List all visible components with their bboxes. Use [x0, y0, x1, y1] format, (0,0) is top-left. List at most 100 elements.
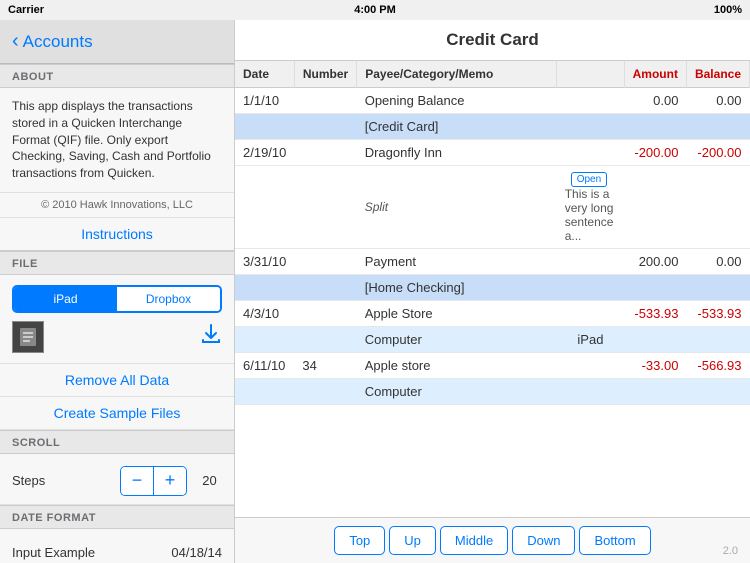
row-payee: Apple store — [357, 353, 557, 379]
create-sample-files-button[interactable]: Create Sample Files — [0, 397, 234, 430]
increment-button[interactable]: + — [154, 467, 186, 495]
row-amount — [624, 166, 686, 249]
table-row: [Home Checking] — [235, 275, 750, 301]
row-balance — [686, 166, 749, 249]
row-extra — [557, 88, 624, 114]
row-extra — [557, 275, 624, 301]
remove-all-data-button[interactable]: Remove All Data — [0, 364, 234, 397]
down-button[interactable]: Down — [512, 526, 575, 555]
row-amount: -533.93 — [624, 301, 686, 327]
date-format-section-header: DATE FORMAT — [0, 505, 234, 529]
row-payee: Apple Store — [357, 301, 557, 327]
decrement-button[interactable]: − — [121, 467, 153, 495]
row-date: 6/11/10 — [235, 353, 294, 379]
number-column-header: Number — [294, 61, 356, 88]
accounts-back-button[interactable]: Accounts — [23, 32, 93, 52]
version-label: 2.0 — [723, 545, 738, 557]
table-row: 2/19/10 Dragonfly Inn -200.00 -200.00 — [235, 140, 750, 166]
balance-column-header: Balance — [686, 61, 749, 88]
steps-label: Steps — [12, 473, 120, 488]
sidebar: ‹ Accounts ABOUT This app displays the t… — [0, 20, 235, 563]
file-thumbnail — [12, 321, 44, 353]
time-label: 4:00 PM — [354, 4, 396, 16]
row-amount — [624, 114, 686, 140]
row-amount: 200.00 — [624, 249, 686, 275]
row-balance — [686, 327, 749, 353]
row-payee: Computer — [357, 379, 557, 405]
row-balance — [686, 275, 749, 301]
dropbox-segment-button[interactable]: Dropbox — [117, 287, 220, 311]
bottom-button[interactable]: Bottom — [579, 526, 650, 555]
row-number — [294, 114, 356, 140]
input-example-row: Input Example 04/18/14 — [0, 537, 234, 563]
long-text: This is a very long sentence a... — [565, 187, 614, 243]
open-badge[interactable]: Open — [571, 172, 607, 187]
row-amount: 0.00 — [624, 88, 686, 114]
row-date — [235, 166, 294, 249]
date-section: Input Example 04/18/14 PC Quicken® Forma… — [0, 529, 234, 563]
instructions-link[interactable]: Instructions — [81, 226, 153, 242]
extra-column-header — [557, 61, 624, 88]
row-extra: Open This is a very long sentence a... — [557, 166, 624, 249]
row-extra — [557, 379, 624, 405]
steps-stepper[interactable]: − + — [120, 466, 187, 496]
transactions-table: Date Number Payee/Category/Memo Amount B… — [235, 61, 750, 405]
row-number — [294, 275, 356, 301]
source-segmented-control[interactable]: iPad Dropbox — [12, 285, 222, 313]
table-header-row: Date Number Payee/Category/Memo Amount B… — [235, 61, 750, 88]
table-row: Split Open This is a very long sentence … — [235, 166, 750, 249]
table-row: [Credit Card] — [235, 114, 750, 140]
table-row: 6/11/10 34 Apple store -33.00 -566.93 — [235, 353, 750, 379]
about-section-header: ABOUT — [0, 64, 234, 88]
table-row: 4/3/10 Apple Store -533.93 -533.93 — [235, 301, 750, 327]
ipad-segment-button[interactable]: iPad — [14, 287, 117, 311]
row-date: 1/1/10 — [235, 88, 294, 114]
middle-button[interactable]: Middle — [440, 526, 508, 555]
instructions-link-container: Instructions — [0, 218, 234, 251]
row-balance: -200.00 — [686, 140, 749, 166]
amount-column-header: Amount — [624, 61, 686, 88]
row-balance: -533.93 — [686, 301, 749, 327]
table-row: 3/31/10 Payment 200.00 0.00 — [235, 249, 750, 275]
row-payee: Dragonfly Inn — [357, 140, 557, 166]
steps-row: Steps − + 20 — [12, 466, 222, 496]
row-date — [235, 327, 294, 353]
file-section: iPad Dropbox — [0, 275, 234, 364]
transactions-table-container[interactable]: Date Number Payee/Category/Memo Amount B… — [235, 61, 750, 517]
row-balance — [686, 379, 749, 405]
sidebar-header[interactable]: ‹ Accounts — [0, 20, 234, 64]
row-date: 2/19/10 — [235, 140, 294, 166]
row-extra — [557, 353, 624, 379]
row-balance: -566.93 — [686, 353, 749, 379]
main-content: Credit Card Date Number Payee/Category/M… — [235, 20, 750, 563]
table-row: 1/1/10 Opening Balance 0.00 0.00 — [235, 88, 750, 114]
row-amount: -33.00 — [624, 353, 686, 379]
row-extra — [557, 114, 624, 140]
up-button[interactable]: Up — [389, 526, 436, 555]
row-extra — [557, 140, 624, 166]
row-payee: [Home Checking] — [357, 275, 557, 301]
row-payee: Computer — [357, 327, 557, 353]
row-number — [294, 379, 356, 405]
row-number — [294, 327, 356, 353]
row-payee: Split — [357, 166, 557, 249]
file-row — [12, 321, 222, 353]
row-extra — [557, 301, 624, 327]
row-extra — [557, 249, 624, 275]
table-row: Computer — [235, 379, 750, 405]
download-icon[interactable] — [200, 323, 222, 351]
top-button[interactable]: Top — [334, 526, 385, 555]
bottom-nav: Top Up Middle Down Bottom 2.0 — [235, 517, 750, 563]
row-number — [294, 166, 356, 249]
row-amount — [624, 275, 686, 301]
file-section-header: FILE — [0, 251, 234, 275]
scroll-section: Steps − + 20 — [0, 454, 234, 505]
about-text: This app displays the transactions store… — [0, 88, 234, 193]
row-balance: 0.00 — [686, 88, 749, 114]
input-example-value: 04/18/14 — [171, 545, 222, 560]
row-payee: [Credit Card] — [357, 114, 557, 140]
row-amount — [624, 327, 686, 353]
row-date: 3/31/10 — [235, 249, 294, 275]
row-payee: Opening Balance — [357, 88, 557, 114]
date-column-header: Date — [235, 61, 294, 88]
